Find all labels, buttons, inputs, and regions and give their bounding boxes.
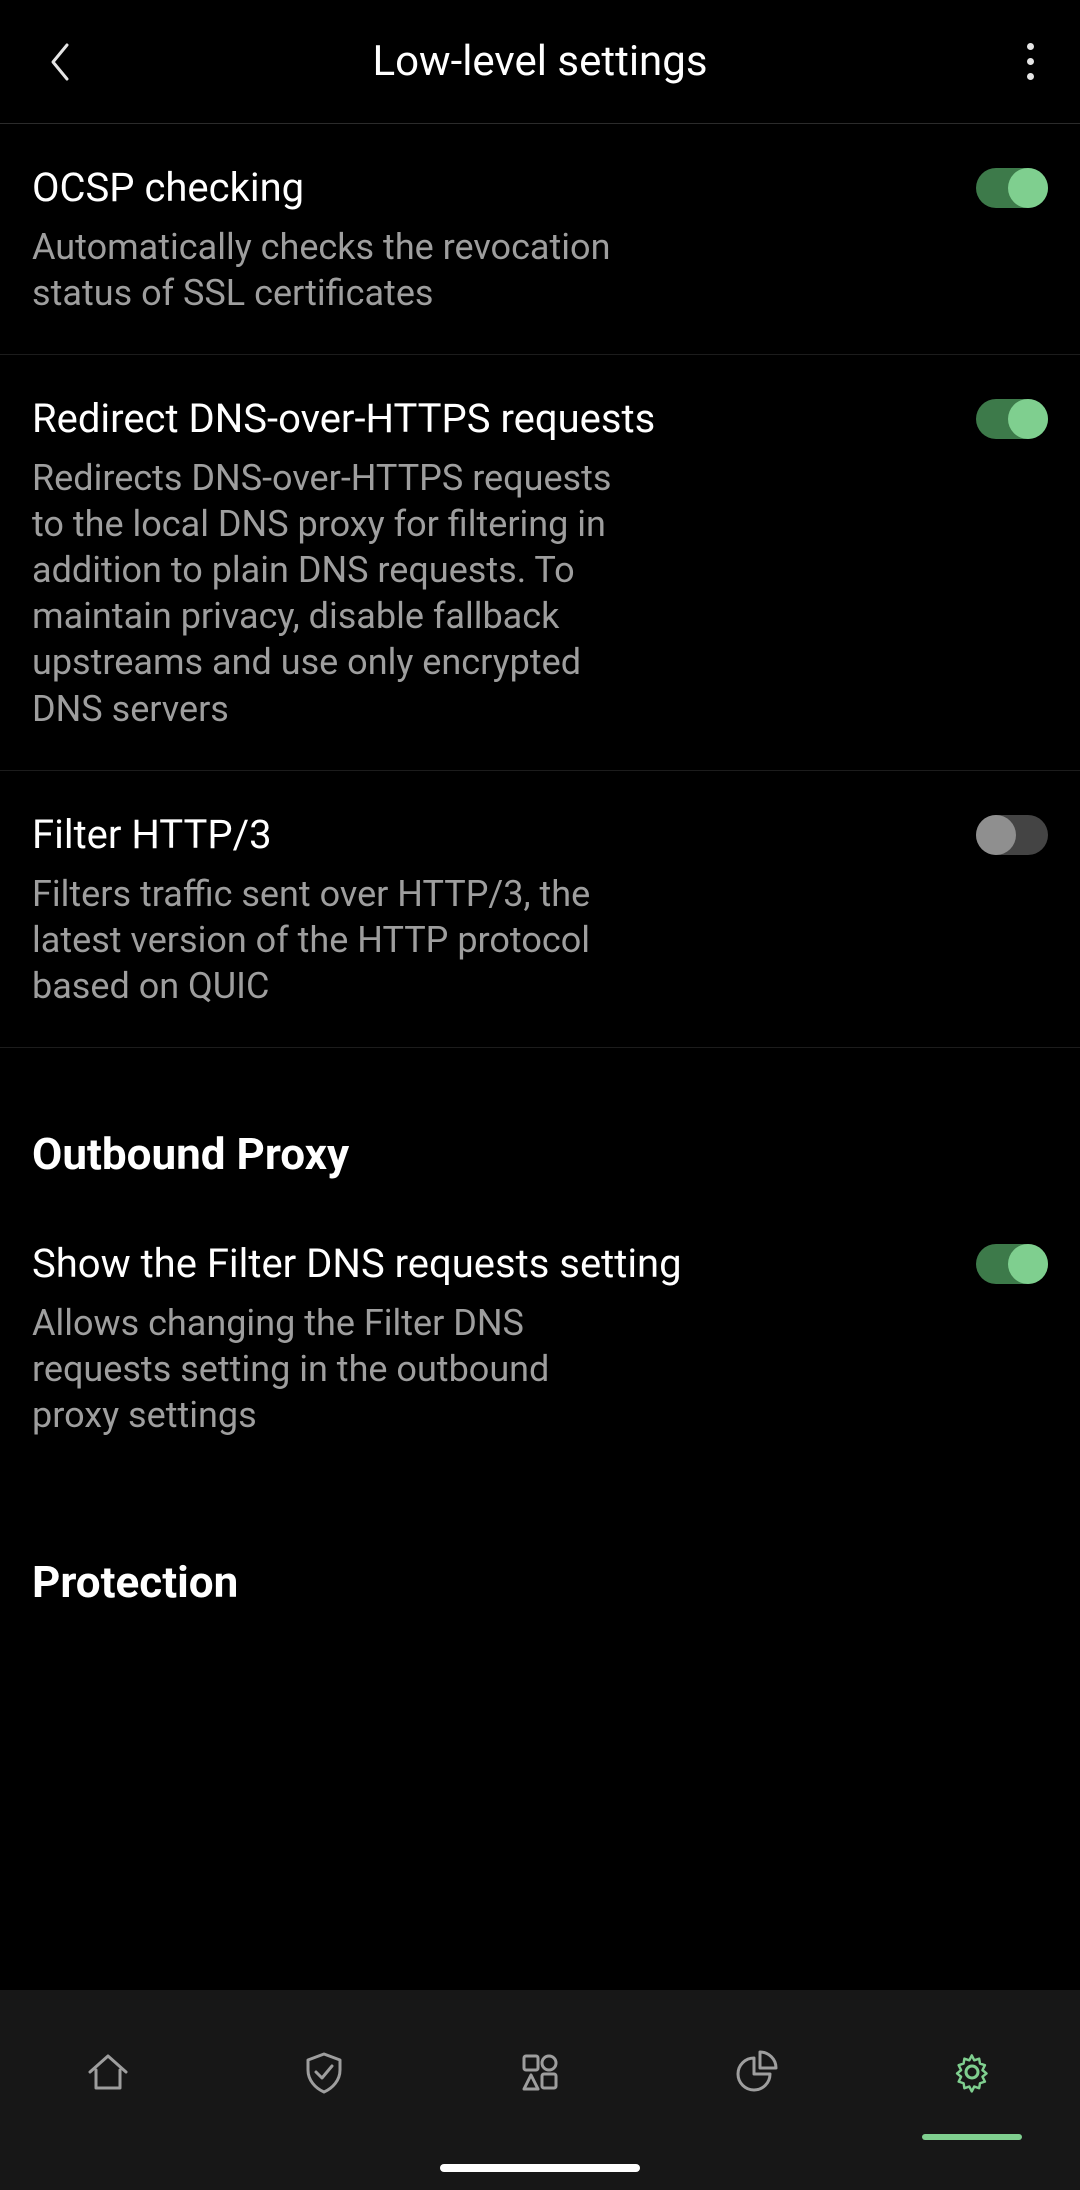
app-header: Low-level settings xyxy=(0,0,1080,124)
toggle-knob xyxy=(1008,168,1048,208)
setting-title: Filter HTTP/3 xyxy=(32,809,956,861)
setting-title: Redirect DNS-over-HTTPS requests xyxy=(32,393,956,445)
setting-description: Redirects DNS-over-HTTPS requests to the… xyxy=(32,455,632,731)
apps-icon xyxy=(516,2048,564,2096)
setting-show-filter-dns[interactable]: Show the Filter DNS requests setting All… xyxy=(0,1200,1080,1476)
setting-ocsp-checking[interactable]: OCSP checking Automatically checks the r… xyxy=(0,124,1080,355)
setting-description: Filters traffic sent over HTTP/3, the la… xyxy=(32,871,652,1009)
setting-title: OCSP checking xyxy=(32,162,956,214)
toggle-knob xyxy=(976,815,1016,855)
setting-description: Automatically checks the revocation stat… xyxy=(32,224,632,316)
nav-settings[interactable] xyxy=(912,2022,1032,2122)
toggle-redirect-doh[interactable] xyxy=(976,399,1048,439)
section-header-protection: Protection xyxy=(0,1476,1080,1628)
nav-apps[interactable] xyxy=(480,2022,600,2122)
active-tab-indicator xyxy=(922,2134,1022,2140)
toggle-show-filter-dns[interactable] xyxy=(976,1244,1048,1284)
shield-icon xyxy=(300,2048,348,2096)
setting-redirect-doh[interactable]: Redirect DNS-over-HTTPS requests Redirec… xyxy=(0,355,1080,770)
pie-chart-icon xyxy=(732,2048,780,2096)
toggle-filter-http3[interactable] xyxy=(976,815,1048,855)
toggle-knob xyxy=(1008,399,1048,439)
settings-list: OCSP checking Automatically checks the r… xyxy=(0,124,1080,1990)
home-icon xyxy=(84,2048,132,2096)
back-button[interactable] xyxy=(20,0,100,123)
setting-filter-http3[interactable]: Filter HTTP/3 Filters traffic sent over … xyxy=(0,771,1080,1048)
bottom-navigation xyxy=(0,1990,1080,2190)
nav-protection[interactable] xyxy=(264,2022,384,2122)
home-indicator xyxy=(440,2164,640,2172)
gear-icon xyxy=(948,2048,996,2096)
nav-stats[interactable] xyxy=(696,2022,816,2122)
chevron-left-icon xyxy=(47,41,73,83)
more-vertical-icon xyxy=(1027,43,1034,50)
more-options-button[interactable] xyxy=(990,0,1070,123)
page-title: Low-level settings xyxy=(372,37,707,86)
setting-description: Allows changing the Filter DNS requests … xyxy=(32,1300,632,1438)
toggle-ocsp[interactable] xyxy=(976,168,1048,208)
section-header-outbound: Outbound Proxy xyxy=(0,1048,1080,1200)
toggle-knob xyxy=(1008,1244,1048,1284)
setting-title: Show the Filter DNS requests setting xyxy=(32,1238,956,1290)
nav-home[interactable] xyxy=(48,2022,168,2122)
